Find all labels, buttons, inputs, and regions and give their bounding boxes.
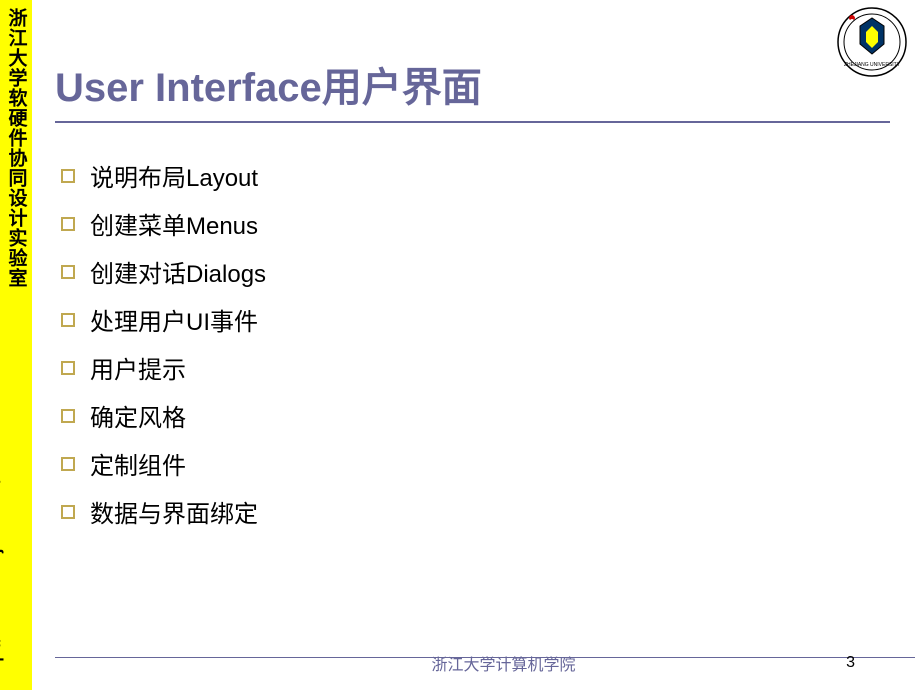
slide-title: User Interface用户界面 [55, 55, 920, 113]
bullet-marker-icon [61, 361, 75, 375]
bullet-text: 确定风格 [90, 398, 186, 433]
bullet-item: 创建菜单Menus [55, 206, 920, 241]
sidebar: 浙江大学软硬件协同设计实验室 http://multicore.zju.edu.… [0, 0, 32, 690]
bullet-list: 说明布局Layout 创建菜单Menus 创建对话Dialogs 处理用户UI事… [55, 158, 920, 529]
bullet-text: 定制组件 [90, 446, 186, 481]
bullet-item: 用户提示 [55, 350, 920, 385]
bullet-item: 定制组件 [55, 446, 920, 481]
bullet-marker-icon [61, 505, 75, 519]
bullet-marker-icon [61, 265, 75, 279]
bullet-item: 创建对话Dialogs [55, 254, 920, 289]
bullet-text: 用户提示 [90, 350, 186, 385]
bullet-text: 创建菜单Menus [90, 206, 258, 241]
slide-footer: 浙江大学计算机学院 3 [87, 648, 920, 678]
bullet-marker-icon [61, 169, 75, 183]
bullet-marker-icon [61, 313, 75, 327]
bullet-item: 确定风格 [55, 398, 920, 433]
slide-content: User Interface用户界面 说明布局Layout 创建菜单Menus … [55, 0, 920, 690]
bullet-text: 处理用户UI事件 [90, 302, 258, 337]
footer-institution: 浙江大学计算机学院 [87, 651, 920, 675]
sidebar-lab-name: 浙江大学软硬件协同设计实验室 [3, 8, 30, 288]
bullet-marker-icon [61, 457, 75, 471]
title-underline [55, 121, 890, 123]
bullet-marker-icon [61, 217, 75, 231]
bullet-item: 说明布局Layout [55, 158, 920, 193]
page-number: 3 [846, 654, 855, 672]
bullet-marker-icon [61, 409, 75, 423]
bullet-text: 说明布局Layout [90, 158, 258, 193]
bullet-text: 数据与界面绑定 [90, 494, 258, 529]
bullet-item: 数据与界面绑定 [55, 494, 920, 529]
bullet-item: 处理用户UI事件 [55, 302, 920, 337]
bullet-text: 创建对话Dialogs [90, 254, 266, 289]
sidebar-url: http://multicore.zju.edu.cn/fatlab [0, 436, 5, 682]
